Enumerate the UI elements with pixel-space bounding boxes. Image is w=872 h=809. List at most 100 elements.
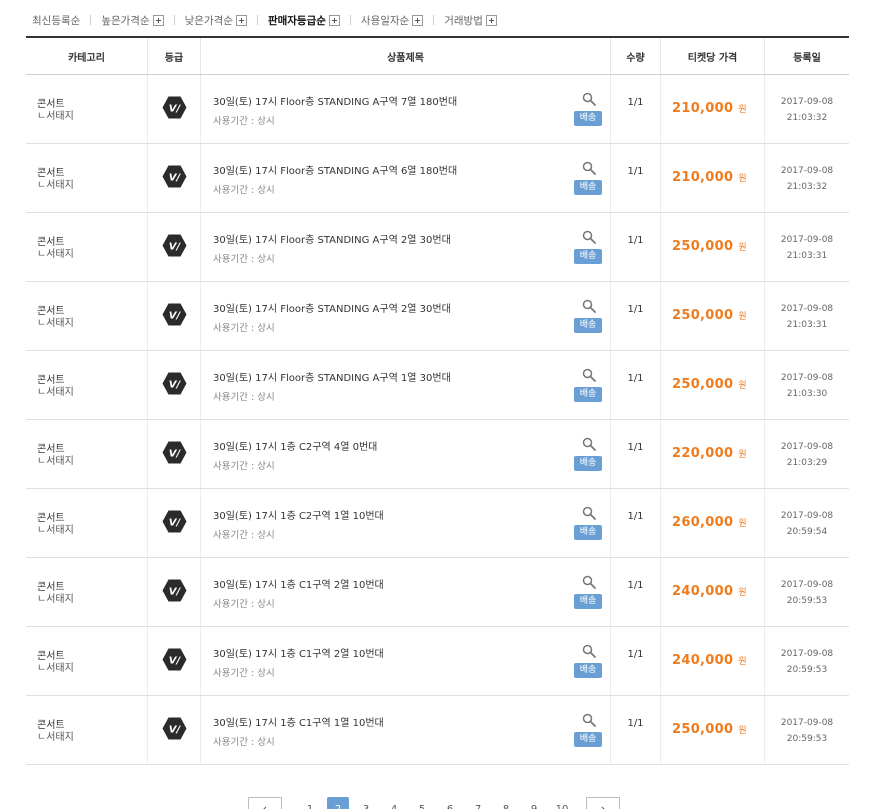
date-cell: 2017-09-08 21:03:31 (765, 282, 849, 350)
shipping-badge[interactable]: 배송 (574, 111, 602, 126)
product-title[interactable]: 30일(토) 17시 1층 C2구역 4열 0번대 (213, 442, 610, 454)
sort-option-label: 최신등록순 (32, 14, 81, 27)
table-row[interactable]: 콘서트 ㄴ서태지 V/30일(토) 17시 1층 C1구역 2열 10번대 사용기간 … (26, 558, 849, 627)
product-title[interactable]: 30일(토) 17시 Floor층 STANDING A구역 1열 30번대 (213, 373, 610, 385)
sort-option[interactable]: 판매자등급순 (268, 13, 340, 28)
table-row[interactable]: 콘서트 ㄴ서태지 V/30일(토) 17시 Floor층 STANDING A구역 … (26, 282, 849, 351)
search-icon[interactable] (582, 229, 596, 244)
title-cell: 30일(토) 17시 Floor층 STANDING A구역 6열 180번대 사… (201, 144, 611, 212)
table-row[interactable]: 콘서트 ㄴ서태지 V/30일(토) 17시 Floor층 STANDING A구역 … (26, 75, 849, 144)
header-price: 티켓당 가격 (661, 38, 765, 74)
sort-option[interactable]: 거래방법 (444, 13, 497, 28)
table-row[interactable]: 콘서트 ㄴ서태지 V/30일(토) 17시 Floor층 STANDING A구역 … (26, 351, 849, 420)
subcategory-label: ㄴ서태지 (37, 594, 74, 605)
plus-icon[interactable] (328, 14, 340, 26)
search-icon[interactable] (582, 436, 596, 451)
grade-cell: V/ (148, 627, 201, 695)
search-icon[interactable] (582, 367, 596, 382)
currency-label: 원 (738, 243, 747, 253)
category-cell: 콘서트 ㄴ서태지 (26, 627, 148, 695)
page-link[interactable]: 9 (520, 797, 548, 809)
plus-icon[interactable] (485, 14, 497, 26)
date-cell: 2017-09-08 20:59:53 (765, 696, 849, 764)
table-row[interactable]: 콘서트 ㄴ서태지 V/30일(토) 17시 Floor층 STANDING A구역 … (26, 144, 849, 213)
grade-v-icon: V/ (162, 717, 187, 744)
product-title[interactable]: 30일(토) 17시 Floor층 STANDING A구역 2열 30번대 (213, 235, 610, 247)
subcategory-label: ㄴ서태지 (37, 663, 74, 674)
registered-date: 2017-09-08 (780, 442, 834, 452)
table-row[interactable]: 콘서트 ㄴ서태지 V/30일(토) 17시 1층 C1구역 2열 10번대 사용기간 … (26, 627, 849, 696)
usage-period: 사용기간 : 상시 (213, 323, 275, 334)
price-value: 260,000 (672, 515, 734, 530)
sort-option[interactable]: 낮은가격순 (185, 13, 247, 28)
product-title[interactable]: 30일(토) 17시 Floor층 STANDING A구역 2열 30번대 (213, 304, 610, 316)
plus-icon[interactable] (235, 14, 247, 26)
product-title[interactable]: 30일(토) 17시 Floor층 STANDING A구역 7열 180번대 (213, 97, 610, 109)
search-icon[interactable] (582, 712, 596, 727)
search-icon[interactable] (582, 160, 596, 175)
sort-option[interactable]: 사용일자순 (360, 13, 424, 28)
shipping-badge[interactable]: 배송 (574, 525, 602, 540)
table-header: 카테고리 등급 상품제목 수량 티켓당 가격 등록일 (26, 38, 849, 75)
shipping-badge[interactable]: 배송 (574, 249, 602, 264)
shipping-badge[interactable]: 배송 (574, 318, 602, 333)
page-current[interactable]: 2 (327, 797, 349, 809)
plus-icon[interactable] (152, 14, 164, 26)
price-value: 240,000 (672, 653, 734, 668)
product-title[interactable]: 30일(토) 17시 Floor층 STANDING A구역 6열 180번대 (213, 166, 610, 178)
search-icon[interactable] (582, 574, 596, 589)
price-value: 220,000 (672, 446, 734, 461)
page-link[interactable]: 5 (408, 797, 436, 809)
next-page-button[interactable]: › (586, 797, 620, 809)
category-label: 콘서트 (37, 168, 65, 179)
grade-cell: V/ (148, 696, 201, 764)
registered-date: 2017-09-08 (780, 304, 834, 314)
search-icon[interactable] (582, 91, 596, 106)
sort-option-label: 사용일자순 (360, 14, 410, 27)
product-title[interactable]: 30일(토) 17시 1층 C1구역 2열 10번대 (213, 649, 610, 661)
page-link[interactable]: 4 (380, 797, 408, 809)
svg-text:V/: V/ (168, 724, 181, 735)
sort-option-label: 높은가격순 (101, 14, 150, 27)
category-cell: 콘서트 ㄴ서태지 (26, 696, 148, 764)
sort-option[interactable]: 최신등록순 (32, 13, 80, 28)
page-link[interactable]: 10 (548, 797, 576, 809)
chevron-right-icon: › (600, 802, 606, 809)
shipping-badge[interactable]: 배송 (574, 387, 602, 402)
registered-date: 2017-09-08 (780, 580, 834, 590)
shipping-badge[interactable]: 배송 (574, 180, 602, 195)
shipping-badge[interactable]: 배송 (574, 663, 602, 678)
sort-option[interactable]: 높은가격순 (101, 13, 164, 28)
category-label: 콘서트 (37, 513, 65, 524)
page-link[interactable]: 8 (492, 797, 520, 809)
search-icon[interactable] (582, 298, 596, 313)
page-link[interactable]: 6 (436, 797, 464, 809)
plus-icon[interactable] (412, 14, 424, 26)
product-title[interactable]: 30일(토) 17시 1층 C2구역 1열 10번대 (213, 511, 610, 523)
registered-date: 2017-09-08 (780, 97, 834, 107)
table-row[interactable]: 콘서트 ㄴ서태지 V/30일(토) 17시 1층 C1구역 1열 10번대 사용기간 … (26, 696, 849, 765)
table-row[interactable]: 콘서트 ㄴ서태지 V/30일(토) 17시 1층 C2구역 4열 0번대 사용기간 :… (26, 420, 849, 489)
shipping-badge[interactable]: 배송 (574, 594, 602, 609)
page-link[interactable]: 1 (296, 797, 324, 809)
date-cell: 2017-09-08 21:03:30 (765, 351, 849, 419)
registered-time: 21:03:29 (786, 458, 828, 468)
search-icon[interactable] (582, 643, 596, 658)
subcategory-label: ㄴ서태지 (37, 387, 74, 398)
subcategory-label: ㄴ서태지 (37, 180, 74, 191)
prev-page-button[interactable]: ‹ (248, 797, 282, 809)
category-cell: 콘서트 ㄴ서태지 (26, 351, 148, 419)
svg-text:V/: V/ (168, 379, 181, 390)
product-title[interactable]: 30일(토) 17시 1층 C1구역 2열 10번대 (213, 580, 610, 592)
table-row[interactable]: 콘서트 ㄴ서태지 V/30일(토) 17시 Floor층 STANDING A구역 … (26, 213, 849, 282)
search-icon[interactable] (582, 505, 596, 520)
currency-label: 원 (738, 450, 747, 460)
product-title[interactable]: 30일(토) 17시 1층 C1구역 1열 10번대 (213, 718, 610, 730)
shipping-badge[interactable]: 배송 (574, 732, 602, 747)
table-row[interactable]: 콘서트 ㄴ서태지 V/30일(토) 17시 1층 C2구역 1열 10번대 사용기간 … (26, 489, 849, 558)
price-value: 250,000 (672, 239, 734, 254)
category-cell: 콘서트 ㄴ서태지 (26, 144, 148, 212)
shipping-badge[interactable]: 배송 (574, 456, 602, 471)
page-link[interactable]: 7 (464, 797, 492, 809)
page-link[interactable]: 3 (352, 797, 380, 809)
